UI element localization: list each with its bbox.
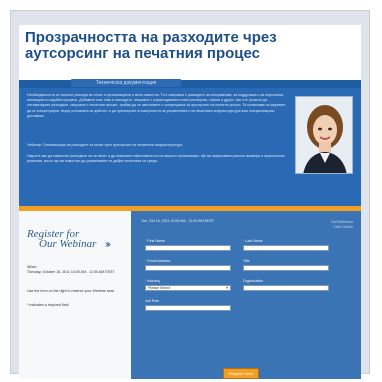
page-title: Прозрачността на разходите чрез аутсорси…: [25, 29, 277, 62]
provider-stamp: GoToWebinar Citrix Online: [331, 220, 353, 230]
organization-field[interactable]: [243, 285, 329, 291]
industry-label: *Industry: [145, 279, 161, 283]
details-paragraph: Научете как да намалите разходите си за …: [27, 154, 285, 164]
webinar-datetime: Tue, Oct 18, 2011 10:00 AM - 11:00 AM EE…: [141, 219, 215, 223]
page-frame: Прозрачността на разходите чрез аутсорси…: [10, 10, 370, 379]
industry-select[interactable]: Please Select ▾: [145, 285, 231, 291]
first-name-label: *First Name: [145, 239, 165, 243]
title-label: Title: [243, 259, 250, 263]
email-label: *Email Address: [145, 259, 171, 263]
registration-form: Tue, Oct 18, 2011 10:00 AM - 11:00 AM EE…: [131, 211, 361, 379]
form-note: Use the form on the right to reserve you…: [27, 289, 115, 293]
content-panel: Необходимостта от ниските разходи за печ…: [19, 88, 361, 206]
chevron-down-icon: ▾: [226, 286, 228, 290]
organization-label: Organization: [243, 279, 264, 283]
when-value: Tuesday, October 18, 2011 10:00 AM - 11:…: [27, 270, 115, 274]
email-field[interactable]: [145, 265, 231, 271]
job-role-field[interactable]: [145, 305, 231, 311]
register-button[interactable]: Register Now: [223, 368, 259, 379]
webinar-paragraph: Уебинар: Оптимизация на разходите за печ…: [27, 143, 184, 147]
banner-tab: Техническа документация: [71, 79, 181, 87]
provider-company: Citrix Online: [333, 225, 353, 229]
first-name-field[interactable]: [145, 245, 231, 251]
chevrons-icon: ›››: [105, 239, 111, 250]
required-note: * Indicates a required field: [27, 303, 69, 307]
title-field[interactable]: [243, 265, 329, 271]
presenter-portrait: [296, 97, 352, 173]
registration-section: Register for Our Webinar ››› When: Tuesd…: [19, 211, 361, 379]
registration-intro: Register for Our Webinar ››› When: Tuesd…: [19, 211, 131, 379]
header: Прозрачността на разходите чрез аутсорси…: [19, 25, 361, 80]
last-name-field[interactable]: [243, 245, 329, 251]
register-heading-line2: Our Webinar: [39, 238, 97, 250]
presenter-photo: [295, 96, 353, 174]
job-role-label: Job Role: [145, 299, 160, 303]
intro-paragraph: Необходимостта от ниските разходи за печ…: [27, 93, 286, 118]
last-name-label: *Last Name: [243, 239, 263, 243]
